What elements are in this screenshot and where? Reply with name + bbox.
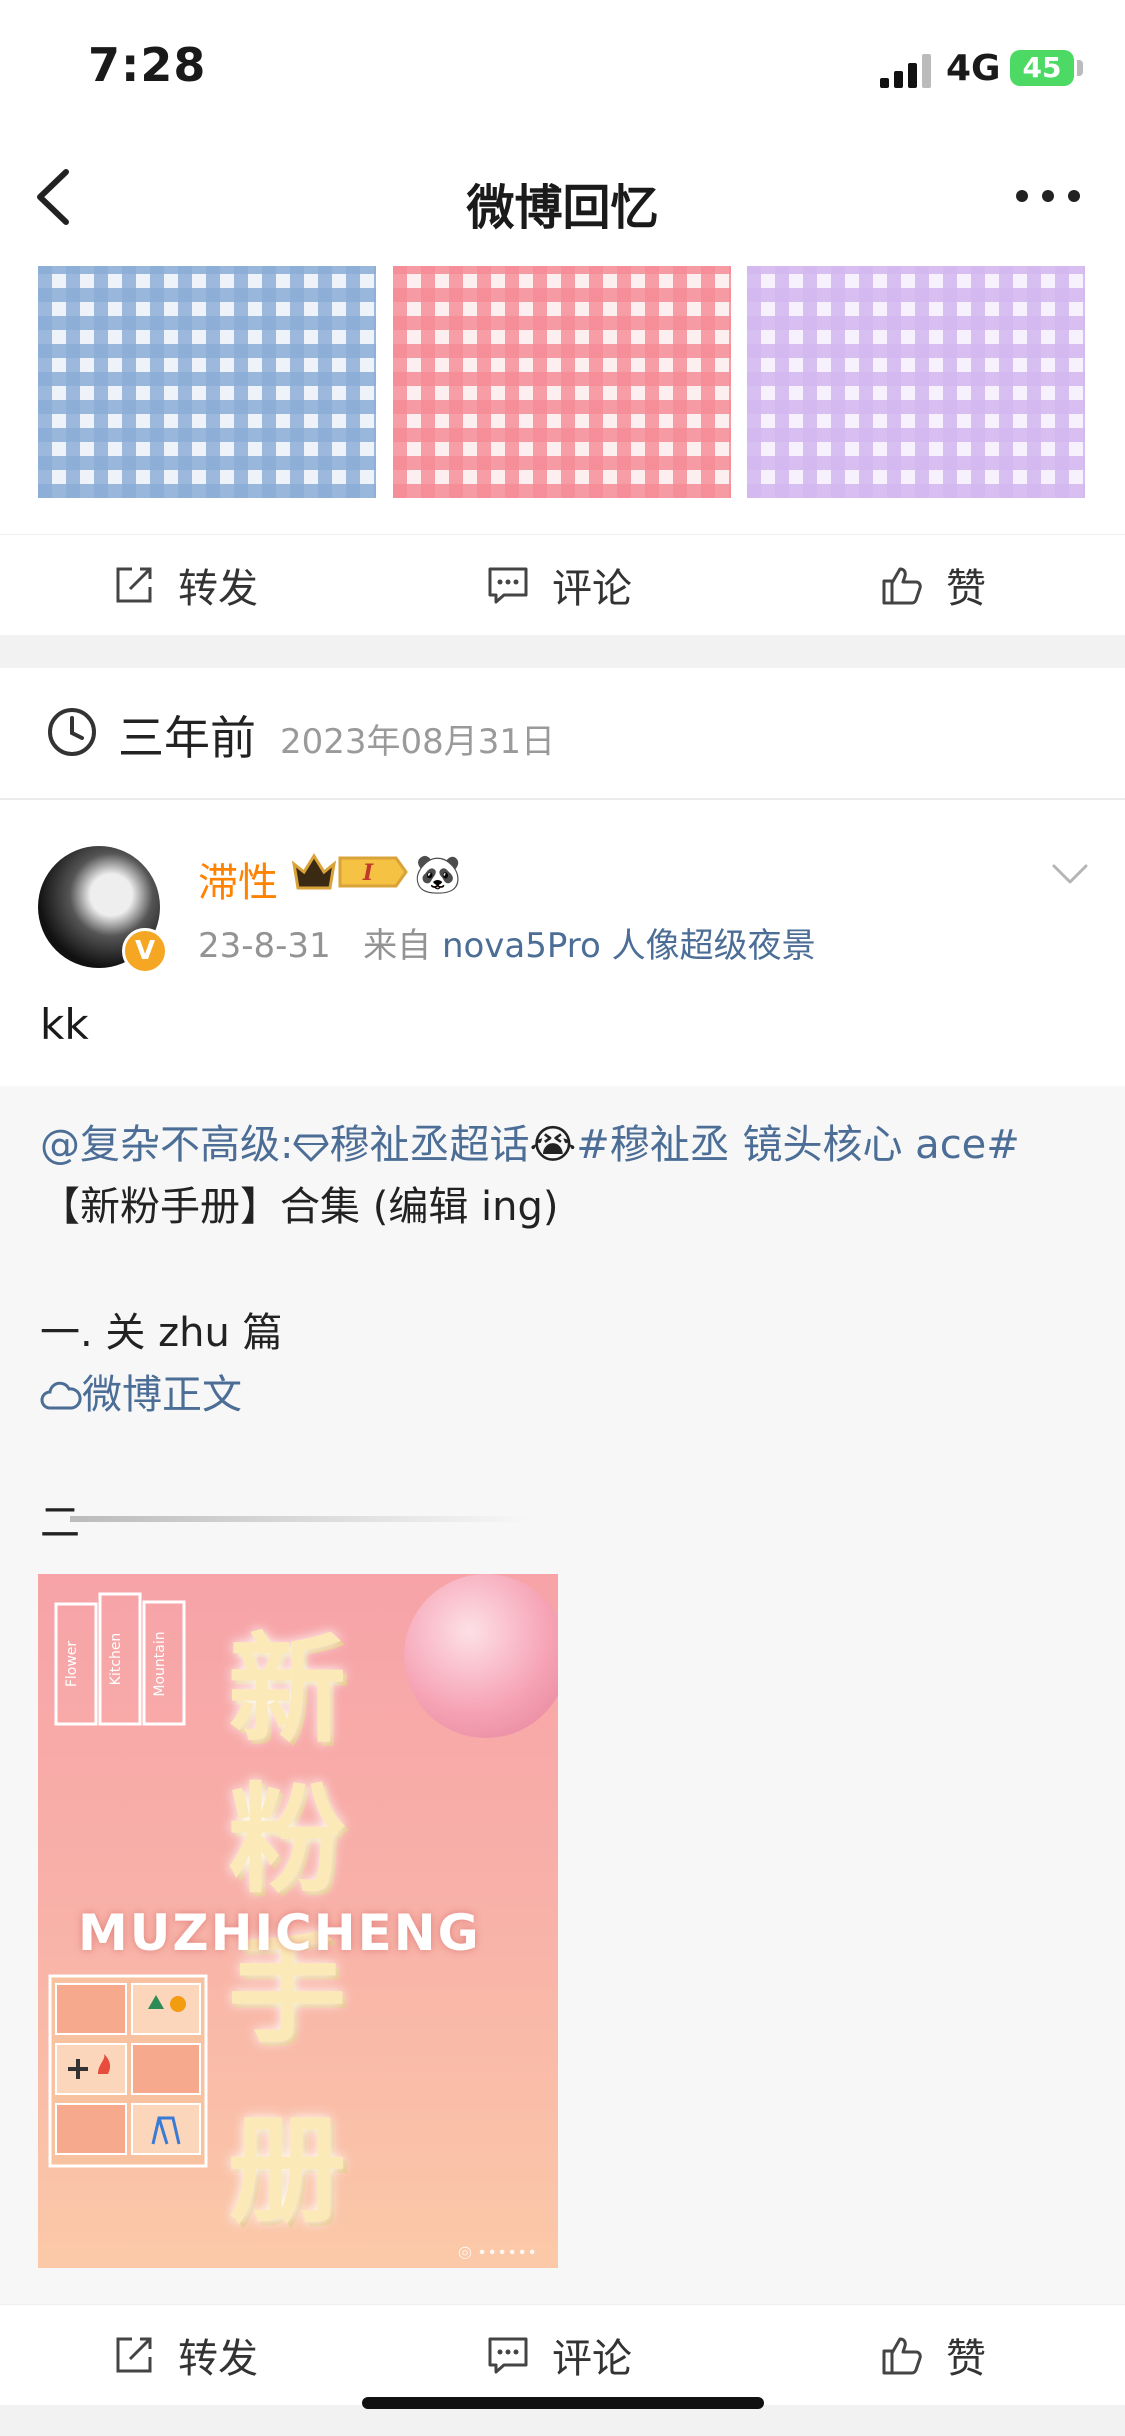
post-date: 23-8-31: [198, 926, 331, 966]
post-image[interactable]: [393, 266, 731, 498]
comment-button[interactable]: 评论: [486, 535, 632, 635]
book-spine-1: Flower: [64, 1641, 80, 1688]
panda-emoji: 🐼: [414, 852, 462, 896]
blurred-text: [70, 1516, 530, 1522]
post-action-bar: 转发 评论 赞: [0, 534, 1125, 635]
repost-button[interactable]: 转发: [112, 2305, 258, 2405]
level-badge-text: I: [362, 860, 374, 886]
comment-button[interactable]: 评论: [486, 2305, 632, 2405]
comment-icon: [488, 567, 528, 604]
more-icon[interactable]: [1012, 184, 1084, 208]
post-source[interactable]: nova5Pro 人像超级夜景: [442, 926, 816, 966]
like-label: 赞: [946, 2336, 986, 2382]
image-watermark: ◎ ∙∙∙∙∙∙: [458, 2242, 538, 2261]
post-text: kk: [40, 1000, 89, 1049]
shelf-illustration: [48, 1974, 208, 2168]
repost-icon: [116, 2337, 152, 2373]
mention-link[interactable]: @复杂不高级:: [40, 1122, 293, 1168]
weibo-text-link[interactable]: 微博正文: [40, 1362, 242, 1420]
chevron-down-icon[interactable]: [1050, 862, 1090, 886]
repost-line-2: 【新粉手册】合集 (编辑 ing): [40, 1184, 559, 1230]
post-image[interactable]: [38, 266, 376, 498]
repost-label: 转发: [178, 566, 258, 612]
memory-date: 2023年08月31日: [280, 722, 556, 762]
battery-icon: 45: [1010, 50, 1074, 86]
book-spine-3: Mountain: [152, 1631, 168, 1696]
signal-icon: [880, 54, 931, 88]
ball-illustration: [404, 1574, 558, 1738]
source-prefix: 来自: [363, 926, 432, 966]
home-indicator[interactable]: [362, 2397, 764, 2409]
like-label: 赞: [946, 566, 986, 612]
battery-tip: [1077, 60, 1083, 76]
comment-label: 评论: [552, 2336, 632, 2382]
book-spine-2: Kitchen: [108, 1633, 124, 1686]
post-meta: 23-8-31 来自 nova5Pro 人像超级夜景: [198, 918, 816, 967]
clock-icon: [48, 708, 96, 756]
post-image[interactable]: [747, 266, 1085, 498]
repost-line-1: @复杂不高级: 穆祉丞超话😭#穆祉丞 镜头核心 ace#: [40, 1112, 1020, 1170]
page-title: 微博回忆: [466, 180, 659, 236]
repost-line-3: 一. 关 zhu 篇: [40, 1310, 283, 1356]
status-time: 7:28: [88, 38, 207, 92]
cover-title-char: 粉: [228, 1771, 347, 1909]
repost-button[interactable]: 转发: [112, 535, 258, 635]
repost-icon: [116, 567, 152, 603]
cloud-icon: [40, 1381, 82, 1410]
hashtag-link[interactable]: #穆祉丞 镜头核心 ace#: [576, 1122, 1020, 1168]
comment-icon: [488, 2337, 528, 2374]
like-icon: [882, 2337, 922, 2375]
post-cover-image[interactable]: Flower Kitchen Mountain 新 粉 手 册 MUZHICHE…: [38, 1574, 558, 2268]
cover-title-char: 新: [228, 1621, 347, 1759]
repost-label: 转发: [178, 2336, 258, 2382]
like-button[interactable]: 赞: [880, 535, 986, 635]
username[interactable]: 滞性: [198, 850, 278, 908]
verified-badge: V: [122, 928, 168, 974]
books-illustration: Flower Kitchen Mountain: [54, 1592, 186, 1726]
crying-emoji: 😭: [529, 1122, 577, 1168]
like-button[interactable]: 赞: [880, 2305, 986, 2405]
supertopic-link[interactable]: 穆祉丞超话: [329, 1122, 529, 1168]
post-action-bar: 转发 评论 赞: [0, 2304, 1125, 2405]
memory-time-ago: 三年前: [118, 711, 256, 765]
comment-label: 评论: [552, 566, 632, 612]
diamond-icon: [293, 1134, 329, 1162]
cover-subtitle: MUZHICHENG: [78, 1904, 481, 1962]
weibo-link-label: 微博正文: [82, 1372, 242, 1418]
crown-level-icon: I: [291, 853, 408, 890]
network-label: 4G: [946, 48, 1001, 89]
cover-title-char: 册: [228, 2101, 347, 2239]
like-icon: [882, 567, 922, 605]
